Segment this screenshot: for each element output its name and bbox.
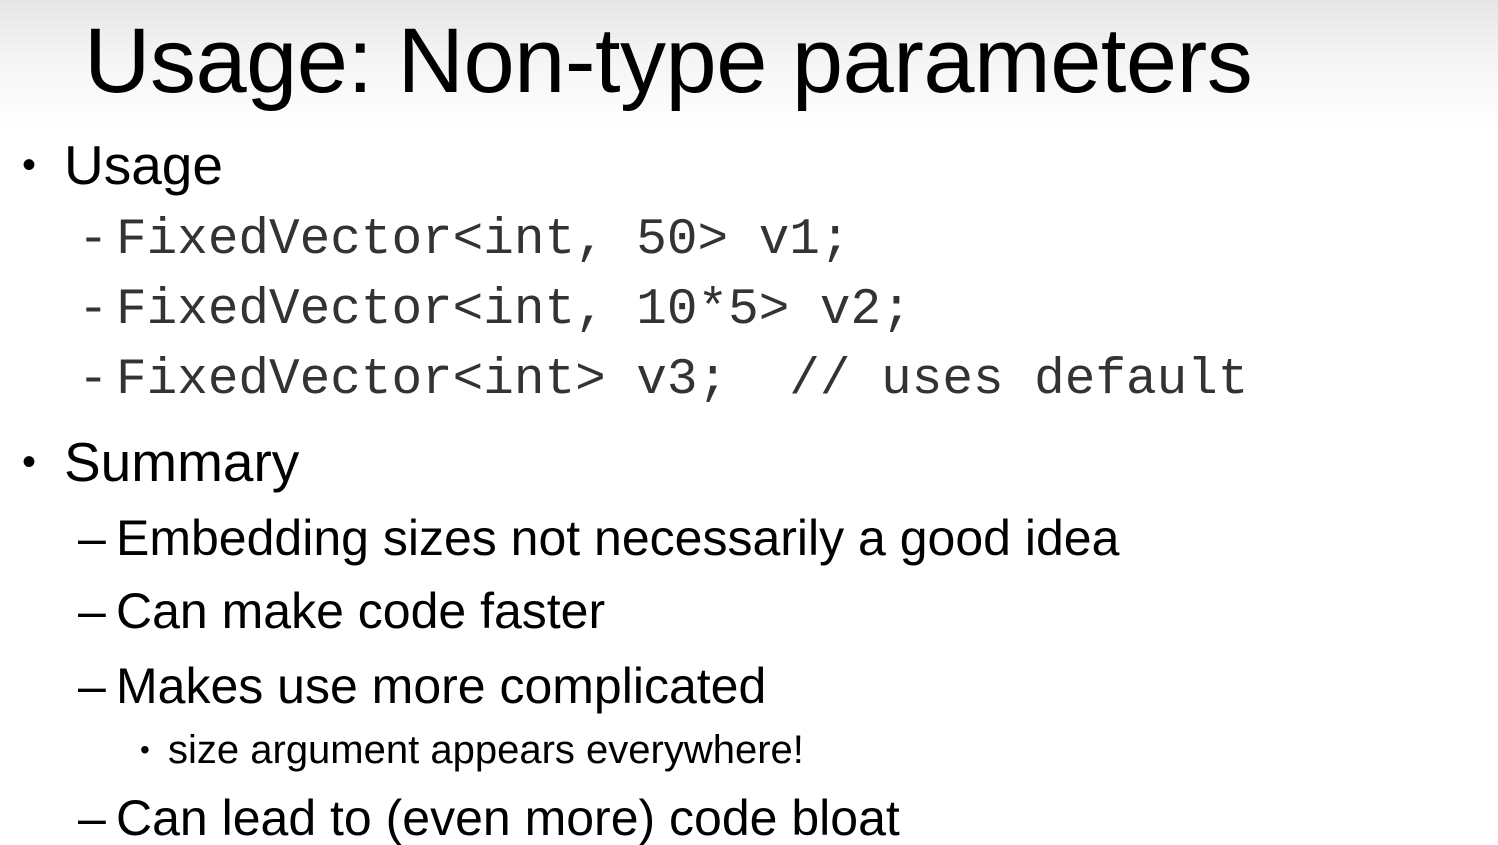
code-text: FixedVector<int, 10*5> v2; <box>116 282 912 339</box>
summary-text: Makes use more complicated <box>116 658 767 714</box>
code-text: FixedVector<int, 50> v1; <box>116 212 851 269</box>
subitem-text: size argument appears everywhere! <box>168 728 804 772</box>
sub-bullet-icon: • <box>140 734 150 765</box>
summary-text: Can lead to (even more) code bloat <box>116 790 900 845</box>
dash-marker: – <box>78 790 106 845</box>
bullet-icon: • <box>22 440 37 484</box>
dash-marker: – <box>78 583 106 639</box>
dash-marker: - <box>78 212 109 269</box>
dash-marker: – <box>78 658 106 714</box>
dash-marker: - <box>78 352 109 409</box>
code-text: FixedVector<int> v3; // uses default <box>116 352 1249 409</box>
bullet-icon: • <box>22 143 37 187</box>
section-heading-summary: Summary <box>64 431 300 493</box>
dash-marker: – <box>78 510 106 566</box>
summary-text: Embedding sizes not necessarily a good i… <box>116 510 1120 566</box>
section-heading-usage: Usage <box>64 134 223 196</box>
summary-text: Can make code faster <box>116 583 606 639</box>
slide-title: Usage: Non-type parameters <box>84 10 1253 112</box>
dash-marker: - <box>78 282 109 339</box>
slide: Usage: Non-type parameters • Usage - Fix… <box>0 0 1498 845</box>
